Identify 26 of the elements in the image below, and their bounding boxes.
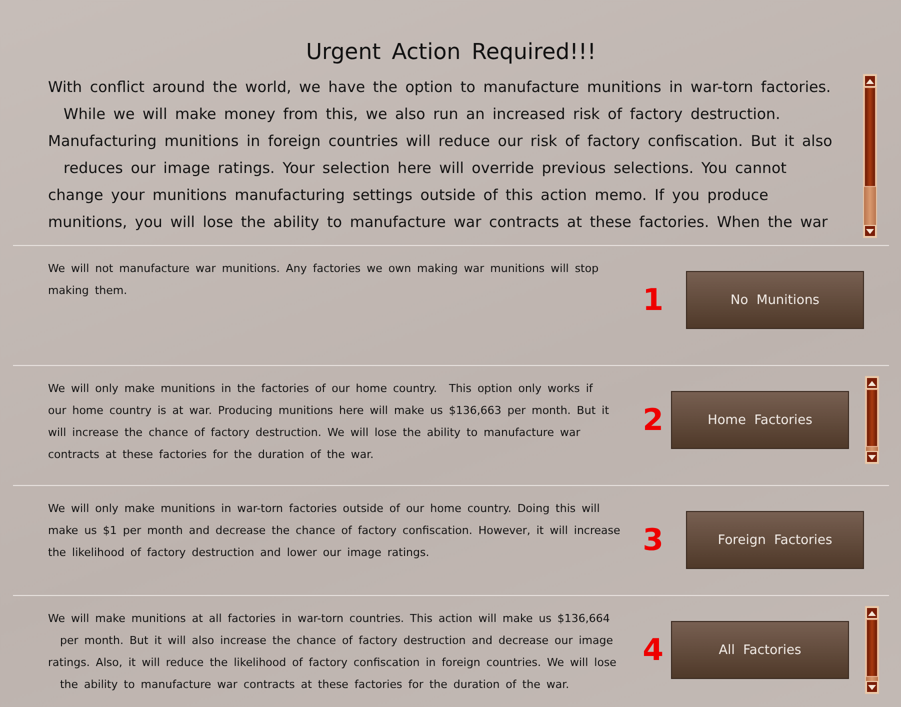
scroll-down-icon[interactable] — [864, 225, 876, 237]
option-description: We will not manufacture war munitions. Any factories we own making war munitions will stop making them. — [47, 261, 600, 299]
scroll-up-icon[interactable] — [866, 607, 878, 619]
scrollbar[interactable] — [865, 376, 879, 464]
scroll-down-icon[interactable] — [866, 451, 878, 463]
scroll-down-icon[interactable] — [866, 681, 878, 693]
option-button[interactable]: Foreign Factories — [686, 511, 864, 569]
option-description: We will only make munitions in war-torn factories outside of our home country. Doing this will make us $1 per month and decrease the chance of factory confiscation. However, it will increase the likelihood of factory destruction and lower our image ratings. — [47, 501, 622, 561]
intro-paragraph: With conflict around the world, we have the option to manufacture munitions in war-torn factories. While we will make money from this, we also run an increased risk of factory destruction. Manufacturing munitions in foreign countries will reduce our risk of factory confiscation. But it also reduces our image ratings. Your selection here will override previous selections. You cannot change your munitions manufacturing settings outside of this action memo. If you produce munitions, you will lose the ability to manufacture war contracts at these factories. When the war — [47, 77, 834, 233]
option-number: 4 — [642, 632, 664, 668]
option-description: We will only make munitions in the factories of our home country. This option only works if our home country is at war. Producing munitions here will make us $136,663 per month. But it will increase the chance of factory destruction. We will lose the ability to manufacture war contracts at these factories for the duration of the war. — [47, 381, 610, 463]
scroll-thumb[interactable] — [864, 87, 876, 187]
memo-title: Urgent Action Required!!! — [304, 40, 598, 67]
option-button[interactable]: No Munitions — [686, 271, 864, 329]
option-number: 1 — [642, 282, 664, 318]
option-number: 2 — [642, 402, 664, 438]
scroll-thumb[interactable] — [866, 389, 878, 447]
option-button[interactable]: All Factories — [671, 621, 849, 679]
option-button[interactable]: Home Factories — [671, 391, 849, 449]
option-description: We will make munitions at all factories in war-torn countries. This action will make us $136,664 per month. But it will also increase the chance of factory destruction and decrease our image ratings. Also, it will reduce the likelihood of factory confiscation in foreign countries. We will lose the ability to manufacture war contracts at these factories for the duration of the war. — [47, 611, 618, 693]
scrollbar[interactable] — [863, 74, 877, 238]
scroll-up-icon[interactable] — [864, 75, 876, 87]
scroll-up-icon[interactable] — [866, 377, 878, 389]
option-number: 3 — [642, 522, 664, 558]
scroll-thumb[interactable] — [866, 619, 878, 677]
scrollbar[interactable] — [865, 606, 879, 694]
